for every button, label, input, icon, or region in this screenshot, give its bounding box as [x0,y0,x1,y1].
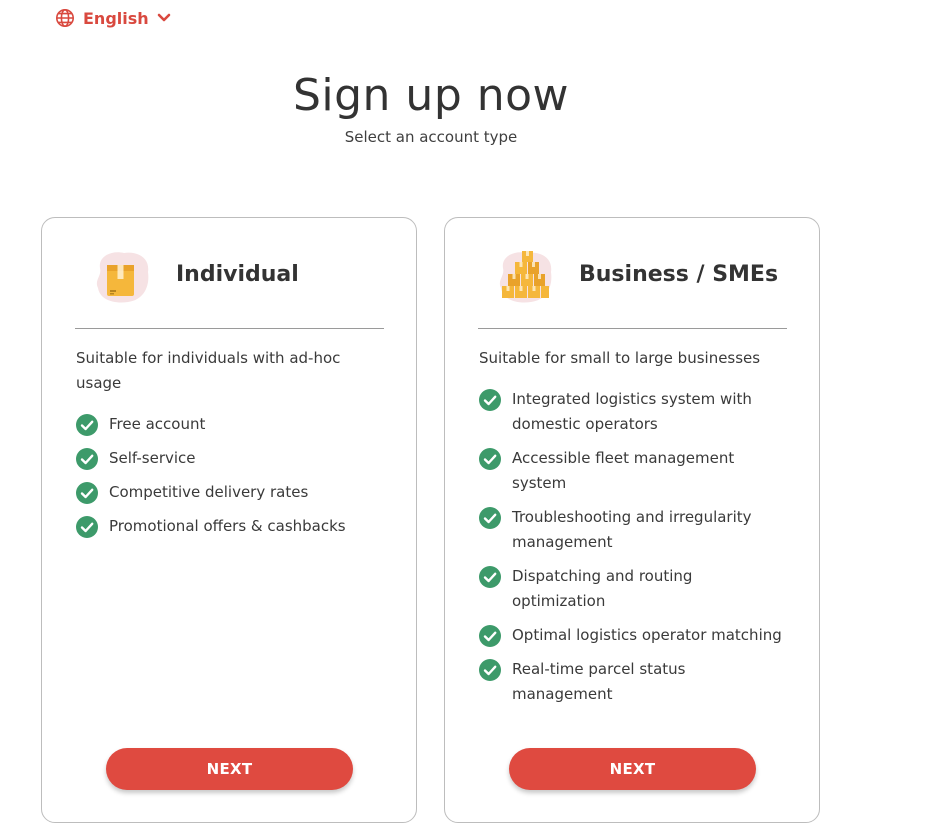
feature-text: Competitive delivery rates [109,483,309,501]
chevron-down-icon [157,13,171,23]
feature-text: Promotional offers & cashbacks [109,517,346,535]
next-button-business[interactable]: NEXT [509,748,756,790]
feature-list: Integrated logistics system with domesti… [479,387,799,716]
feature-text: Dispatching and routing optimization [512,567,693,610]
account-card-individual: Individual Suitable for individuals with… [41,217,417,823]
check-circle-icon [479,448,501,470]
check-circle-icon [76,414,98,436]
feature-text: Real-time parcel status management [512,660,686,703]
feature-item: Free account [76,412,396,437]
page-title: Sign up now [292,70,570,121]
feature-item: Integrated logistics system with domesti… [479,387,782,437]
feature-list: Free account Self-service Competitive de… [76,412,396,548]
feature-text: Accessible fleet management system [512,449,735,492]
card-description: Suitable for individuals with ad-hoc usa… [76,349,341,392]
feature-item: Competitive delivery rates [76,480,396,505]
feature-item: Self-service [76,446,396,471]
check-circle-icon [479,625,501,647]
feature-text: Self-service [109,449,196,467]
card-description: Suitable for small to large businesses [479,349,761,367]
feature-item: Dispatching and routing optimization [479,564,782,614]
feature-item: Troubleshooting and irregularity managem… [479,505,782,555]
feature-item: Promotional offers & cashbacks [76,514,396,539]
stacked-boxes-icon [493,248,557,306]
globe-icon [55,8,75,28]
divider [478,328,787,329]
language-label: English [83,8,149,28]
card-title: Business / SMEs [579,262,779,287]
check-circle-icon [76,516,98,538]
feature-item: Real-time parcel status management [479,657,782,707]
check-circle-icon [76,482,98,504]
next-button-individual[interactable]: NEXT [106,748,353,790]
check-circle-icon [479,389,501,411]
page-subtitle: Select an account type [344,128,518,146]
card-header: Individual [42,248,416,308]
card-header: Business / SMEs [445,248,819,308]
check-circle-icon [479,566,501,588]
check-circle-icon [76,448,98,470]
feature-text: Optimal logistics operator matching [512,626,782,644]
single-box-icon [90,248,154,306]
language-selector[interactable]: English [55,6,171,30]
feature-text: Troubleshooting and irregularity managem… [512,508,752,551]
card-title: Individual [176,262,299,287]
check-circle-icon [479,659,501,681]
feature-item: Optimal logistics operator matching [479,623,782,648]
check-circle-icon [479,507,501,529]
feature-text: Integrated logistics system with domesti… [512,390,752,433]
account-card-business: Business / SMEs Suitable for small to la… [444,217,820,823]
divider [75,328,384,329]
feature-item: Accessible fleet management system [479,446,782,496]
feature-text: Free account [109,415,206,433]
